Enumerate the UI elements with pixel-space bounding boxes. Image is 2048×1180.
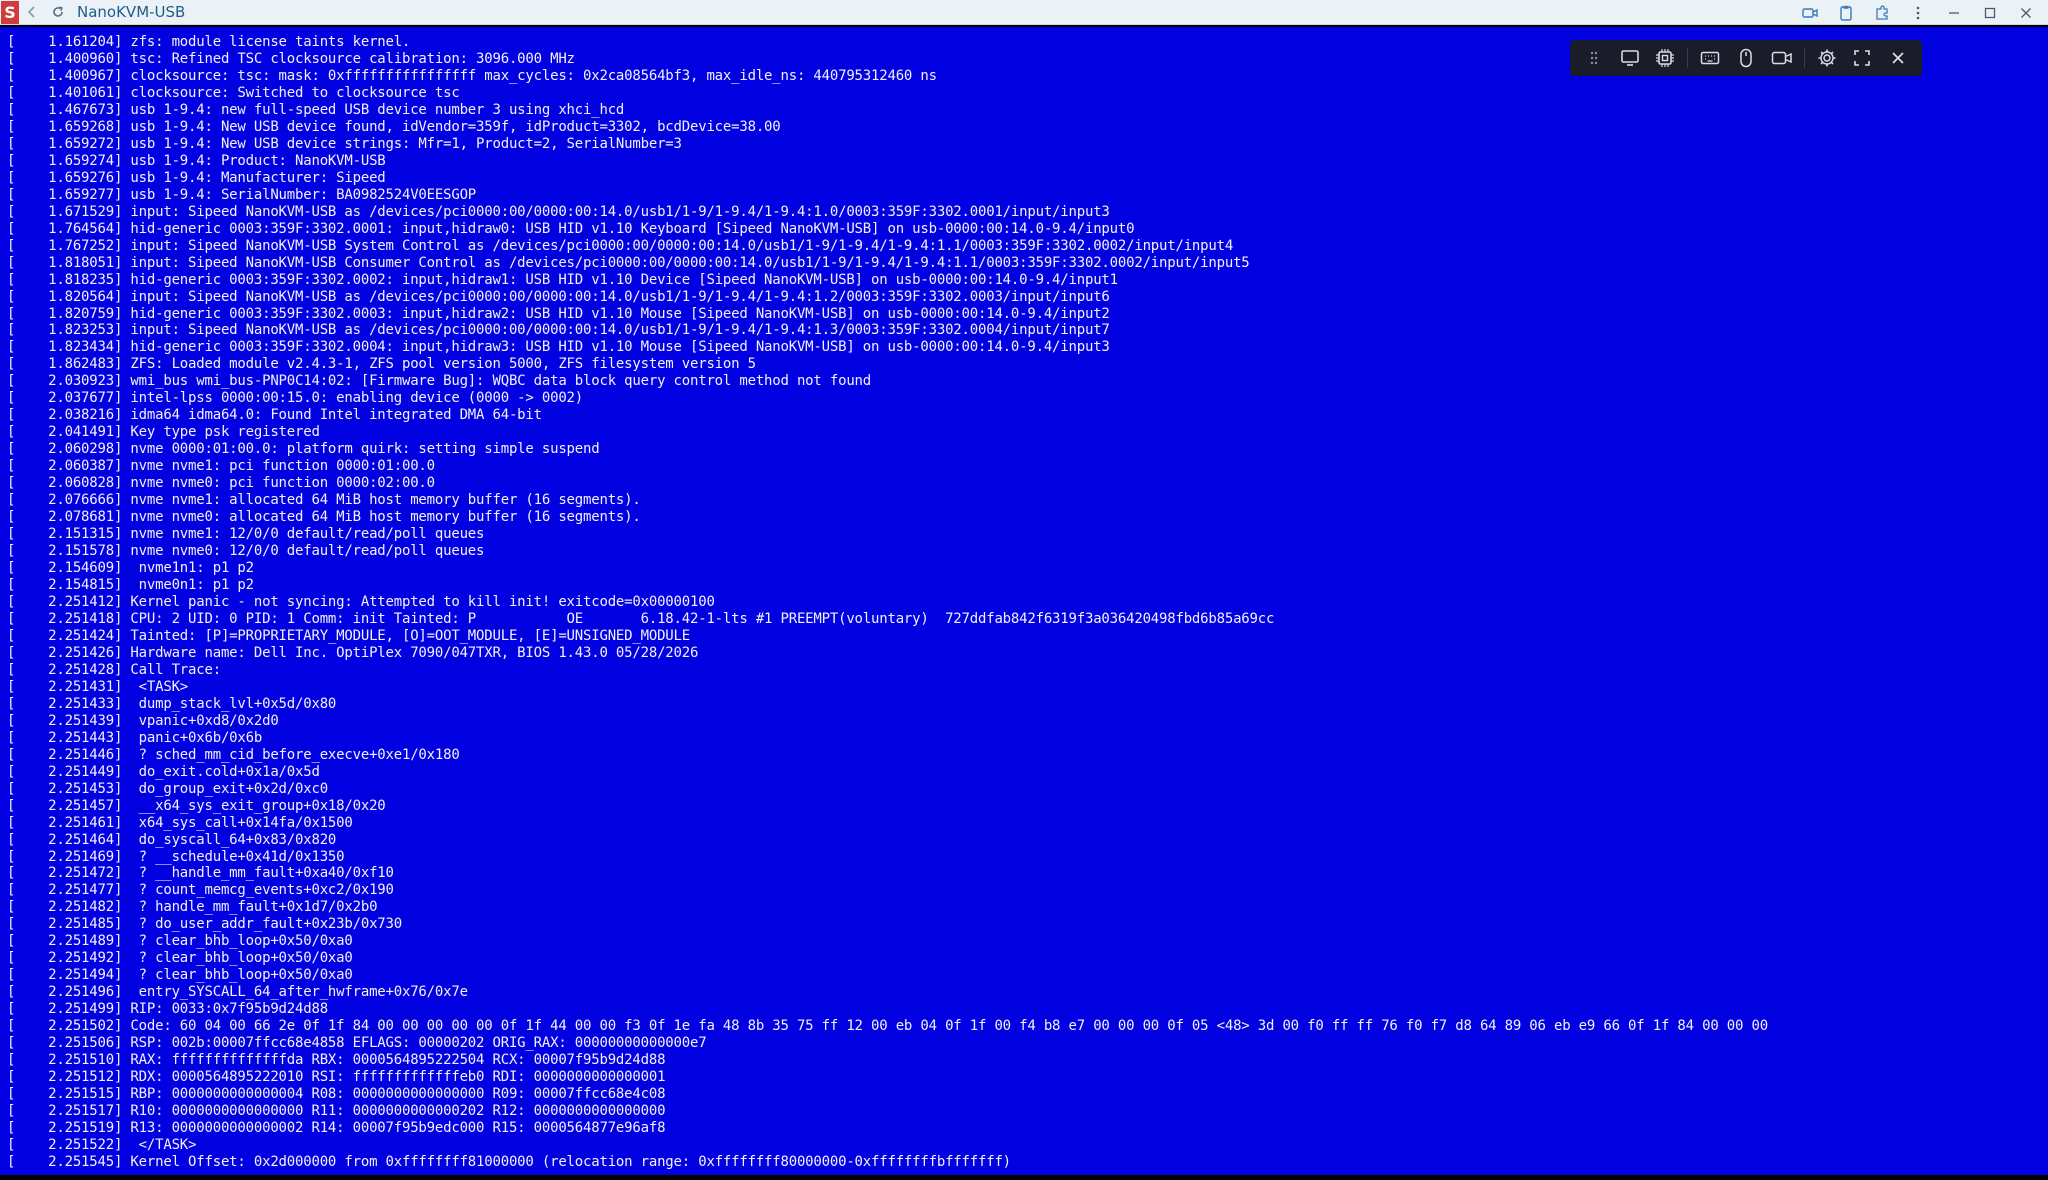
console-line: [ 2.251545] Kernel Offset: 0x2d000000 fr…	[7, 1153, 1011, 1170]
console-line: [ 2.251496] entry_SYSCALL_64_after_hwfra…	[7, 984, 468, 1001]
extension-icon[interactable]	[1864, 0, 1900, 25]
console-line: [ 2.038216] idma64 idma64.0: Found Intel…	[7, 407, 542, 424]
console-line: [ 2.251412] Kernel panic - not syncing: …	[7, 593, 715, 610]
console-line: [ 2.251515] RBP: 0000000000000004 R08: 0…	[7, 1086, 666, 1103]
console-line: [ 2.151578] nvme nvme0: 12/0/0 default/r…	[7, 543, 485, 560]
console-line: [ 1.820759] hid-generic 0003:359F:3302.0…	[7, 305, 1110, 322]
console-line: [ 2.037677] intel-lpss 0000:00:15.0: ena…	[7, 390, 584, 407]
remote-screen[interactable]: [ 1.161204] zfs: module license taints k…	[0, 27, 2048, 1180]
console-line: [ 2.251428] Call Trace:	[7, 661, 221, 678]
maximize-icon[interactable]	[1972, 0, 2008, 25]
fullscreen-icon[interactable]	[1844, 40, 1880, 76]
console-line: [ 2.041491] Key type psk registered	[7, 424, 320, 441]
console-line: [ 2.251464] do_syscall_64+0x83/0x820	[7, 831, 337, 848]
console-line: [ 1.400967] clocksource: tsc: mask: 0xff…	[7, 67, 937, 84]
console-line: [ 1.467673] usb 1-9.4: new full-speed US…	[7, 101, 625, 118]
console-line: [ 1.862483] ZFS: Loaded module v2.4.3-1,…	[7, 356, 756, 373]
window-controls	[1792, 0, 2044, 25]
console-line: [ 1.767252] input: Sipeed NanoKVM-USB Sy…	[7, 237, 1234, 254]
back-icon[interactable]	[19, 0, 45, 25]
minimize-icon[interactable]	[1936, 0, 1972, 25]
console-line: [ 2.060387] nvme nvme1: pci function 000…	[7, 458, 435, 475]
more-icon[interactable]	[1900, 0, 1936, 25]
refresh-icon[interactable]	[45, 0, 71, 25]
settings-icon[interactable]	[1809, 40, 1845, 76]
console-line: [ 2.251485] ? do_user_addr_fault+0x23b/0…	[7, 916, 402, 933]
console-line: [ 2.251502] Code: 60 04 00 66 2e 0f 1f 8…	[7, 1018, 1768, 1035]
keyboard-icon[interactable]	[1692, 40, 1728, 76]
console-line: [ 2.076666] nvme nvme1: allocated 64 MiB…	[7, 492, 641, 509]
console-line: [ 2.251457] __x64_sys_exit_group+0x18/0x…	[7, 797, 386, 814]
video-icon[interactable]	[1764, 40, 1800, 76]
console-line: [ 2.251453] do_group_exit+0x2d/0xc0	[7, 780, 328, 797]
console-line: [ 2.060298] nvme 0000:01:00.0: platform …	[7, 441, 600, 458]
close-icon[interactable]	[2008, 0, 2044, 25]
console-line: [ 2.251426] Hardware name: Dell Inc. Opt…	[7, 644, 699, 661]
console-line: [ 2.251519] R13: 0000000000000002 R14: 0…	[7, 1120, 666, 1136]
mouse-icon[interactable]	[1728, 40, 1764, 76]
clipboard-icon[interactable]	[1828, 0, 1864, 25]
kernel-console-output: [ 1.161204] zfs: module license taints k…	[7, 34, 1768, 1171]
window-titlebar: S NanoKVM-USB	[0, 0, 2048, 25]
console-line: [ 2.251439] vpanic+0xd8/0x2d0	[7, 712, 279, 729]
record-icon[interactable]	[1792, 0, 1828, 25]
console-line: [ 2.251512] RDX: 0000564895222010 RSI: f…	[7, 1069, 666, 1086]
console-line: [ 2.251449] do_exit.cold+0x1a/0x5d	[7, 763, 320, 780]
console-line: [ 2.251517] R10: 0000000000000000 R11: 0…	[7, 1103, 666, 1120]
console-line: [ 2.251489] ? clear_bhb_loop+0x50/0xa0	[7, 933, 353, 950]
console-line: [ 1.401061] clocksource: Switched to clo…	[7, 84, 460, 101]
console-line: [ 1.823253] input: Sipeed NanoKVM-USB as…	[7, 322, 1110, 339]
console-line: [ 2.060828] nvme nvme0: pci function 000…	[7, 475, 435, 492]
console-line: [ 2.251446] ? sched_mm_cid_before_execve…	[7, 746, 460, 763]
console-line: [ 2.251482] ? handle_mm_fault+0x1d7/0x2b…	[7, 899, 378, 916]
drag-handle-icon[interactable]	[1576, 40, 1612, 76]
console-line: [ 2.251506] RSP: 002b:00007ffcc68e4858 E…	[7, 1035, 707, 1052]
console-line: [ 1.671529] input: Sipeed NanoKVM-USB as…	[7, 203, 1110, 220]
console-line: [ 1.820564] input: Sipeed NanoKVM-USB as…	[7, 288, 1110, 305]
console-line: [ 1.659268] usb 1-9.4: New USB device fo…	[7, 118, 781, 135]
kvm-toolbar	[1570, 40, 1922, 76]
console-line: [ 2.251522] </TASK>	[7, 1136, 197, 1153]
console-line: [ 2.251492] ? clear_bhb_loop+0x50/0xa0	[7, 950, 353, 967]
console-line: [ 2.251433] dump_stack_lvl+0x5d/0x80	[7, 695, 337, 712]
chip-icon[interactable]	[1648, 40, 1684, 76]
console-line: [ 2.251424] Tainted: [P]=PROPRIETARY_MOD…	[7, 627, 690, 644]
toolbar-separator	[1803, 48, 1805, 68]
console-line: [ 1.823434] hid-generic 0003:359F:3302.0…	[7, 339, 1110, 356]
console-line: [ 1.659272] usb 1-9.4: New USB device st…	[7, 135, 682, 152]
console-line: [ 1.659277] usb 1-9.4: SerialNumber: BA0…	[7, 186, 477, 203]
console-line: [ 2.251499] RIP: 0033:0x7f95b9d24d88	[7, 1001, 328, 1018]
console-line: [ 2.251472] ? __handle_mm_fault+0xa40/0x…	[7, 865, 394, 882]
toolbar-separator	[1687, 48, 1689, 68]
window-title: NanoKVM-USB	[77, 3, 186, 21]
console-line: [ 2.251469] ? __schedule+0x41d/0x1350	[7, 848, 345, 865]
console-line: [ 1.400960] tsc: Refined TSC clocksource…	[7, 50, 575, 67]
console-line: [ 2.151315] nvme nvme1: 12/0/0 default/r…	[7, 526, 485, 543]
console-line: [ 2.078681] nvme nvme0: allocated 64 MiB…	[7, 509, 641, 526]
console-line: [ 1.659274] usb 1-9.4: Product: NanoKVM-…	[7, 152, 386, 169]
close-icon[interactable]	[1880, 40, 1916, 76]
console-line: [ 2.251510] RAX: ffffffffffffffda RBX: 0…	[7, 1052, 666, 1069]
console-line: [ 2.251431] <TASK>	[7, 678, 189, 695]
console-line: [ 1.818051] input: Sipeed NanoKVM-USB Co…	[7, 254, 1250, 271]
console-line: [ 2.251461] x64_sys_call+0x14fa/0x1500	[7, 814, 353, 831]
console-line: [ 1.764564] hid-generic 0003:359F:3302.0…	[7, 220, 1135, 237]
console-line: [ 2.030923] wmi_bus wmi_bus-PNP0C14:02: …	[7, 373, 872, 390]
console-line: [ 2.251443] panic+0x6b/0x6b	[7, 729, 263, 746]
console-line: [ 2.154815] nvme0n1: p1 p2	[7, 577, 254, 593]
console-line: [ 2.154609] nvme1n1: p1 p2	[7, 560, 254, 577]
console-line: [ 1.818235] hid-generic 0003:359F:3302.0…	[7, 271, 1118, 288]
console-line: [ 1.161204] zfs: module license taints k…	[7, 34, 411, 50]
console-line: [ 2.251477] ? count_memcg_events+0xc2/0x…	[7, 882, 394, 899]
console-line: [ 1.659276] usb 1-9.4: Manufacturer: Sip…	[7, 169, 386, 186]
console-line: [ 2.251494] ? clear_bhb_loop+0x50/0xa0	[7, 967, 353, 984]
console-line: [ 2.251418] CPU: 2 UID: 0 PID: 1 Comm: i…	[7, 610, 1275, 627]
app-logo: S	[1, 0, 19, 24]
monitor-icon[interactable]	[1612, 40, 1648, 76]
bottom-edge	[0, 1175, 2048, 1180]
